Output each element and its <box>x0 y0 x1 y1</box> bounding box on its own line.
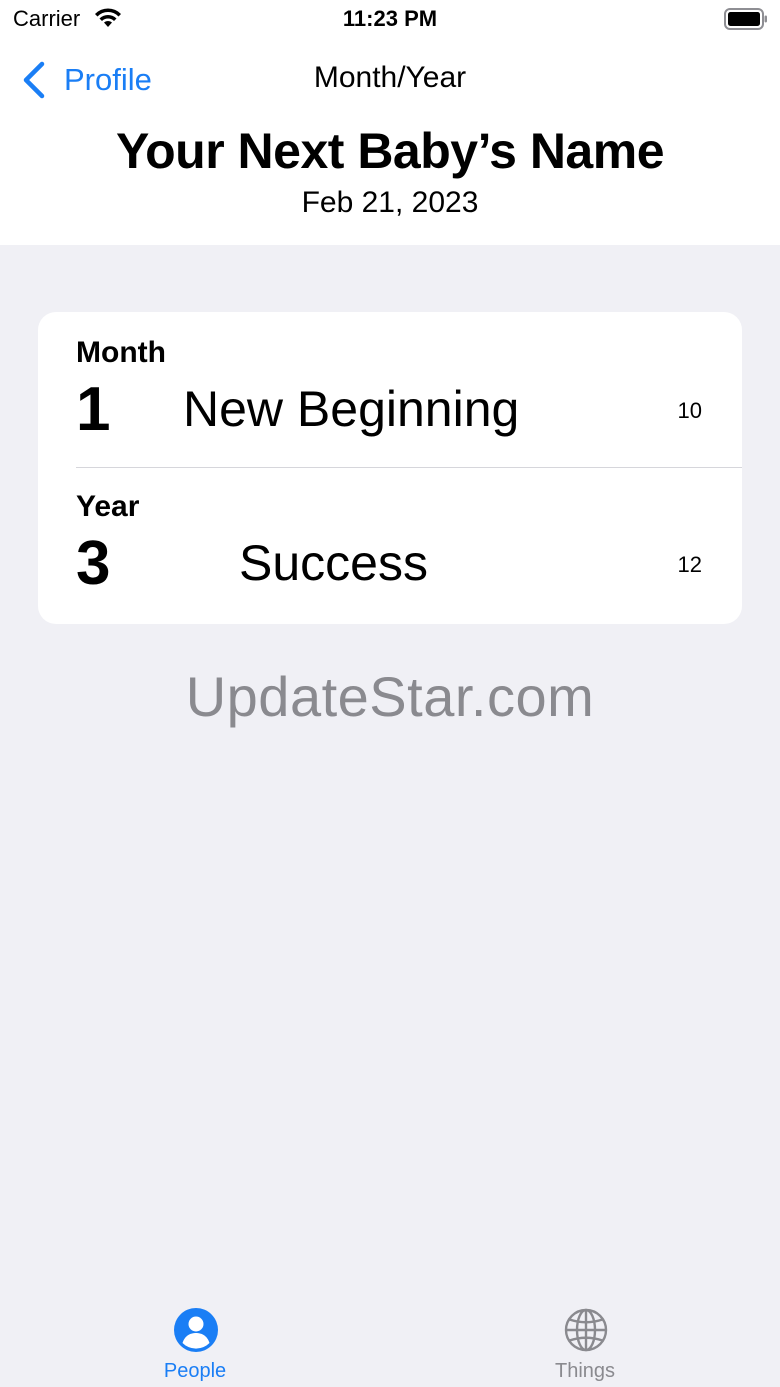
month-count: 10 <box>677 398 702 423</box>
month-label: Month <box>76 336 166 369</box>
month-meaning: New Beginning <box>183 381 520 437</box>
page-title: Your Next Baby’s Name <box>115 123 665 179</box>
tab-bar: People Things <box>0 1297 780 1387</box>
watermark-text: UpdateStar.com <box>185 665 595 728</box>
header: Carrier 11:23 PM Profile Month/Year Your… <box>0 0 780 245</box>
battery-icon <box>724 8 767 30</box>
month-number: 1 <box>76 375 111 444</box>
month-row[interactable]: Month 1 New Beginning 10 <box>38 312 742 468</box>
globe-icon <box>564 1308 608 1352</box>
year-number: 3 <box>76 529 111 598</box>
tab-people[interactable]: People <box>125 1305 265 1385</box>
year-meaning: Success <box>239 535 428 591</box>
tab-things[interactable]: Things <box>515 1305 655 1385</box>
navigation-bar: Profile Month/Year <box>0 52 780 108</box>
year-row[interactable]: Year 3 Success 12 <box>38 468 742 624</box>
year-label: Year <box>76 490 140 523</box>
year-count: 12 <box>677 552 702 577</box>
status-bar: Carrier 11:23 PM <box>0 0 780 40</box>
status-time: 11:23 PM <box>342 6 438 31</box>
person-icon <box>174 1308 218 1352</box>
numerology-card: Month 1 New Beginning 10 Year 3 Success … <box>38 312 742 624</box>
tab-things-label: Things <box>554 1360 616 1382</box>
nav-title: Month/Year <box>313 61 467 94</box>
tab-people-label: People <box>163 1360 227 1382</box>
page-date: Feb 21, 2023 <box>301 186 479 219</box>
